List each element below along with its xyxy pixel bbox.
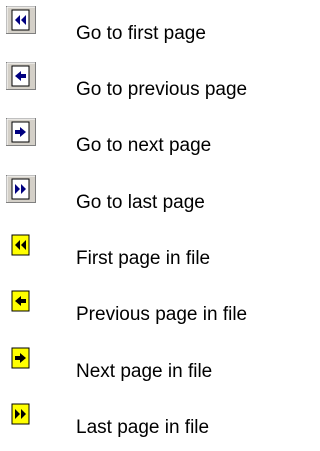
legend-label: Last page in file [76, 417, 210, 438]
legend-row-first-page-in-file: First page in file [0, 225, 277, 281]
legend-row-last-page-in-file: Last page in file [0, 394, 277, 450]
legend-label: First page in file [76, 248, 211, 269]
navigation-button-legend: Go to first page Go to previous page Go … [0, 0, 277, 451]
legend-label: Go to previous page [76, 79, 248, 100]
legend-row-go-to-next-page: Go to next page [0, 112, 277, 168]
last-page-in-file-icon[interactable] [6, 400, 36, 428]
legend-label: Go to last page [76, 192, 205, 213]
next-page-in-file-icon[interactable] [6, 344, 36, 372]
legend-row-next-page-in-file: Next page in file [0, 338, 277, 394]
legend-row-go-to-last-page: Go to last page [0, 169, 277, 225]
go-to-previous-page-icon[interactable] [6, 62, 36, 90]
legend-label: Previous page in file [76, 304, 248, 325]
go-to-last-page-icon[interactable] [6, 175, 36, 203]
legend-row-previous-page-in-file: Previous page in file [0, 281, 277, 337]
legend-label: Go to next page [76, 135, 212, 156]
legend-row-go-to-previous-page: Go to previous page [0, 56, 277, 112]
first-page-in-file-icon[interactable] [6, 231, 36, 259]
legend-label: Go to first page [76, 23, 206, 44]
go-to-next-page-icon[interactable] [6, 118, 36, 146]
go-to-first-page-icon[interactable] [6, 6, 36, 34]
previous-page-in-file-icon[interactable] [6, 287, 36, 315]
legend-row-go-to-first-page: Go to first page [0, 0, 277, 56]
legend-label: Next page in file [76, 361, 213, 382]
